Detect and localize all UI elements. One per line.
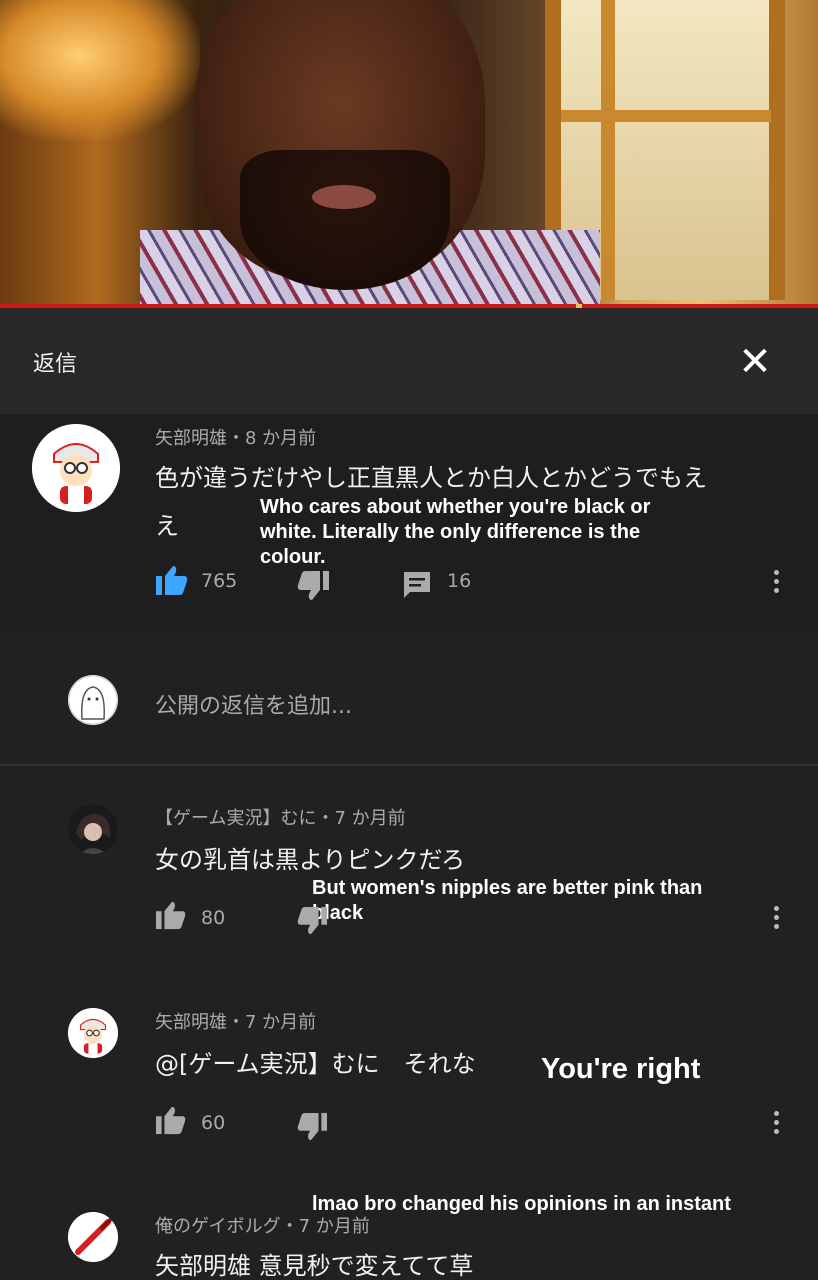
more-vert-icon[interactable] — [773, 1111, 781, 1138]
more-vert-icon[interactable] — [773, 906, 781, 933]
comment-text: @[ゲーム実況】むに それな — [155, 1050, 476, 1078]
video-scene-beard — [240, 150, 450, 290]
thumbs-up-icon[interactable] — [155, 564, 189, 596]
like-count: 80 — [201, 907, 226, 929]
translation-line: Who cares about whether you're black or — [260, 496, 651, 518]
replies-panel-header — [0, 308, 818, 414]
comment-text-line1: 色が違うだけやし正直黒人とか白人とかどうでもえ — [155, 464, 707, 492]
translation-line: colour. — [260, 546, 326, 568]
comment-icon[interactable] — [402, 570, 432, 600]
avatar[interactable] — [68, 804, 118, 854]
translation-line: black — [312, 902, 364, 924]
add-reply-row — [0, 632, 818, 766]
video-scene-lamp — [0, 0, 200, 140]
thumbs-down-icon[interactable] — [296, 1112, 328, 1142]
like-count: 60 — [201, 1112, 226, 1134]
translation-line: white. Literally the only difference is … — [260, 521, 641, 543]
comment-author-meta: 矢部明雄・7 か月前 — [155, 1012, 317, 1033]
avatar — [68, 675, 118, 725]
avatar[interactable] — [68, 1212, 118, 1262]
translation-overlay: Who cares about whether you're black or … — [260, 495, 650, 570]
add-reply-input[interactable]: 公開の返信を追加... — [155, 688, 352, 720]
translation-overlay: But women's nipples are better pink than… — [312, 876, 702, 926]
comment-author-meta: 【ゲーム実況】むに・7 か月前 — [155, 808, 406, 829]
like-count: 765 — [201, 570, 238, 592]
thumbs-down-icon[interactable] — [296, 906, 328, 936]
comment-author-meta: 矢部明雄・8 か月前 — [155, 428, 317, 449]
reply-count: 16 — [447, 570, 472, 592]
comment-text: 女の乳首は黒よりピンクだろ — [155, 846, 466, 874]
thumbs-up-icon[interactable] — [155, 1105, 187, 1135]
comment-text-line2: え — [155, 512, 179, 540]
thumbs-up-icon[interactable] — [155, 900, 187, 930]
translation-overlay: You're right — [541, 1053, 701, 1085]
close-icon[interactable]: ✕ — [733, 340, 777, 384]
panel-title: 返信 — [33, 352, 78, 377]
thumbs-down-icon[interactable] — [296, 570, 330, 602]
avatar[interactable] — [32, 424, 120, 512]
video-scene-mouth — [312, 185, 376, 209]
video-player[interactable] — [0, 0, 818, 308]
translation-overlay: lmao bro changed his opinions in an inst… — [312, 1193, 731, 1215]
translation-line: But women's nipples are better pink than — [312, 877, 703, 899]
comment-text: 矢部明雄 意見秒で変えてて草 — [155, 1252, 474, 1280]
avatar[interactable] — [68, 1008, 118, 1058]
more-vert-icon[interactable] — [773, 570, 781, 597]
